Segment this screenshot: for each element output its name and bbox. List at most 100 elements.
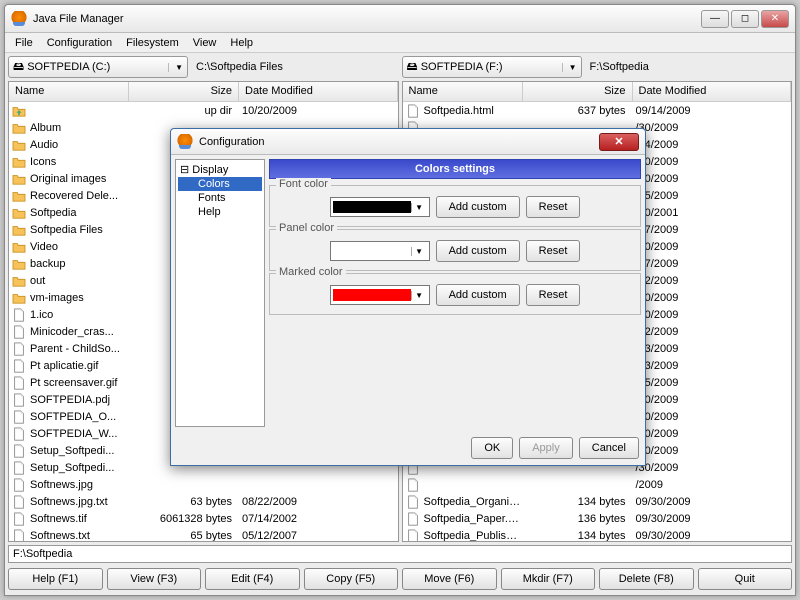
color-dropdown[interactable]: ▼ <box>330 241 430 261</box>
folder-icon <box>11 274 27 288</box>
cell-name: backup <box>30 258 128 270</box>
table-row[interactable]: Softnews.jpg.txt63 bytes08/22/2009 <box>9 493 398 510</box>
cell-date: 09/30/2009 <box>632 496 790 508</box>
file-icon <box>11 478 27 492</box>
file-icon <box>11 376 27 390</box>
right-path-label: F:\Softpedia <box>588 61 649 73</box>
add-custom-button[interactable]: Add custom <box>436 196 520 218</box>
menu-help[interactable]: Help <box>224 35 259 51</box>
cell-date: 09/30/2009 <box>632 513 790 525</box>
tree-node-colors[interactable]: Colors <box>178 177 262 191</box>
minimize-button[interactable]: — <box>701 10 729 28</box>
cell-date: /2009 <box>632 479 790 491</box>
cell-date: /30/2009 <box>632 173 790 185</box>
color-dropdown[interactable]: ▼ <box>330 285 430 305</box>
group-legend: Panel color <box>276 222 337 234</box>
add-custom-button[interactable]: Add custom <box>436 284 520 306</box>
cell-date: 10/20/2009 <box>238 105 396 117</box>
menu-filesystem[interactable]: Filesystem <box>120 35 185 51</box>
file-icon <box>11 461 27 475</box>
ok-button[interactable]: OK <box>471 437 513 459</box>
table-row[interactable]: Softpedia_Paper.xml136 bytes09/30/2009 <box>403 510 792 527</box>
reset-button[interactable]: Reset <box>526 196 581 218</box>
right-drive-dropdown[interactable]: 🖴 SOFTPEDIA (F:) ▼ <box>402 56 582 78</box>
file-icon <box>11 308 27 322</box>
col-date[interactable]: Date Modified <box>633 82 792 101</box>
delete-button[interactable]: Delete (F8) <box>599 568 694 590</box>
copy-button[interactable]: Copy (F5) <box>304 568 399 590</box>
dialog-close-button[interactable]: ✕ <box>599 133 639 151</box>
menu-view[interactable]: View <box>187 35 223 51</box>
menu-configuration[interactable]: Configuration <box>41 35 118 51</box>
close-button[interactable]: ✕ <box>761 10 789 28</box>
table-row[interactable]: Softnews.jpg <box>9 476 398 493</box>
help-button[interactable]: Help (F1) <box>8 568 103 590</box>
tree-node-display[interactable]: ⊟ Display <box>178 162 262 177</box>
folder-icon <box>11 189 27 203</box>
chevron-down-icon: ▼ <box>411 203 427 212</box>
cell-date: 05/12/2007 <box>238 530 396 542</box>
mkdir-button[interactable]: Mkdir (F7) <box>501 568 596 590</box>
settings-tree[interactable]: ⊟ Display Colors Fonts Help <box>175 159 265 427</box>
right-columns[interactable]: Name Size Date Modified <box>403 82 792 102</box>
cell-date: 08/22/2009 <box>238 496 396 508</box>
cell-date: 07/14/2002 <box>238 513 396 525</box>
cell-name: Softpedia <box>30 207 128 219</box>
col-size[interactable]: Size <box>523 82 633 101</box>
titlebar[interactable]: Java File Manager — ◻ ✕ <box>5 5 795 33</box>
dialog-titlebar[interactable]: Configuration ✕ <box>171 129 645 155</box>
tree-toggle-icon: ⊟ <box>180 164 189 176</box>
app-icon <box>11 11 27 27</box>
cancel-button[interactable]: Cancel <box>579 437 639 459</box>
cell-date: /05/2009 <box>632 190 790 202</box>
apply-button[interactable]: Apply <box>519 437 573 459</box>
table-row[interactable]: up dir10/20/2009 <box>9 102 398 119</box>
cell-date: /17/2009 <box>632 258 790 270</box>
reset-button[interactable]: Reset <box>526 240 581 262</box>
col-name[interactable]: Name <box>9 82 129 101</box>
col-size[interactable]: Size <box>129 82 239 101</box>
table-row[interactable]: Softpedia_Organizati...134 bytes09/30/20… <box>403 493 792 510</box>
hdd-icon: 🖴 <box>407 58 418 77</box>
current-path-field[interactable]: F:\Softpedia <box>8 545 792 563</box>
edit-button[interactable]: Edit (F4) <box>205 568 300 590</box>
tree-node-help[interactable]: Help <box>178 205 262 219</box>
table-row[interactable]: Softnews.txt65 bytes05/12/2007 <box>9 527 398 541</box>
file-icon <box>11 325 27 339</box>
cell-date: /17/2009 <box>632 224 790 236</box>
cell-date: /30/2009 <box>632 462 790 474</box>
folder-icon <box>11 155 27 169</box>
menu-file[interactable]: File <box>9 35 39 51</box>
cell-name: Softnews.tif <box>30 513 128 525</box>
cell-date: /15/2009 <box>632 377 790 389</box>
cell-date: /30/2009 <box>632 156 790 168</box>
col-name[interactable]: Name <box>403 82 523 101</box>
file-icon <box>11 444 27 458</box>
add-custom-button[interactable]: Add custom <box>436 240 520 262</box>
app-icon <box>177 134 193 150</box>
cell-date: /30/2009 <box>632 122 790 134</box>
button-bar: Help (F1) View (F3) Edit (F4) Copy (F5) … <box>8 566 792 592</box>
configuration-dialog: Configuration ✕ ⊟ Display Colors Fonts H… <box>170 128 646 466</box>
group-legend: Font color <box>276 178 331 190</box>
left-columns[interactable]: Name Size Date Modified <box>9 82 398 102</box>
col-date[interactable]: Date Modified <box>239 82 398 101</box>
quit-button[interactable]: Quit <box>698 568 793 590</box>
table-row[interactable]: Softpedia.html637 bytes09/14/2009 <box>403 102 792 119</box>
table-row[interactable]: Softpedia_Publisher.x...134 bytes09/30/2… <box>403 527 792 541</box>
cell-size: up dir <box>128 105 238 117</box>
reset-button[interactable]: Reset <box>526 284 581 306</box>
cell-name: Pt aplicatie.gif <box>30 360 128 372</box>
maximize-button[interactable]: ◻ <box>731 10 759 28</box>
color-swatch <box>333 201 411 213</box>
cell-name: Softpedia.html <box>424 105 522 117</box>
move-button[interactable]: Move (F6) <box>402 568 497 590</box>
color-dropdown[interactable]: ▼ <box>330 197 430 217</box>
left-drive-dropdown[interactable]: 🖴 SOFTPEDIA (C:) ▼ <box>8 56 188 78</box>
table-row[interactable]: /2009 <box>403 476 792 493</box>
view-button[interactable]: View (F3) <box>107 568 202 590</box>
tree-node-fonts[interactable]: Fonts <box>178 191 262 205</box>
cell-name: Softpedia Files <box>30 224 128 236</box>
cell-name: Parent - ChildSo... <box>30 343 128 355</box>
table-row[interactable]: Softnews.tif6061328 bytes07/14/2002 <box>9 510 398 527</box>
